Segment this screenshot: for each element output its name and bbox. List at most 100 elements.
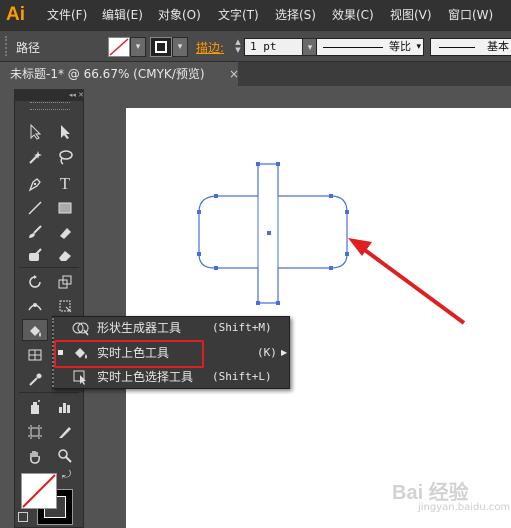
app-logo: Ai [6,4,25,25]
eraser-tool[interactable] [52,244,78,266]
stroke-square-icon [155,41,167,53]
rectangle-tool[interactable] [52,197,78,219]
flyout-item-label: 实时上色选择工具 [97,370,194,384]
annotation-arrow [348,238,466,325]
selection-tool[interactable] [22,121,48,143]
eyedropper-tool[interactable] [22,369,48,391]
direct-selection-tool[interactable] [52,121,78,143]
flyout-item-shortcut: (Shift+L) [212,370,272,383]
watermark-url: jingyan.baidu.com [418,502,511,513]
eraser-block-icon [59,251,71,261]
menu-select[interactable]: 选择(S) [275,0,316,30]
perspective-grid-icon [28,349,42,361]
symbol-sprayer-tool[interactable] [22,396,48,418]
annotation-highlight-box [54,340,204,368]
hand-icon [30,451,40,464]
eyedropper-icon [29,373,42,386]
brush-line-icon [439,47,475,48]
swap-colors-icon[interactable]: ⤾ [62,468,71,482]
variable-width-profile[interactable]: 等比 ▾ [316,38,424,56]
paint-bucket-icon [30,326,41,337]
menu-edit[interactable]: 编辑(E) [102,0,143,30]
none-slash-icon [109,38,129,56]
shape-builder-icon [72,322,89,336]
arrow-pointer-icon [30,124,42,140]
rotate-tool[interactable] [22,271,48,293]
artboard-icon [28,425,42,439]
menu-file[interactable]: 文件(F) [47,0,87,30]
white-arrow-icon [61,125,70,139]
selection-type-label: 路径 [16,41,41,55]
live-paint-selection-icon [73,370,86,385]
profile-label: 等比 [389,40,411,53]
menu-type[interactable]: 文字(T) [218,0,259,30]
zoom-tool[interactable] [52,445,78,467]
panel-grip[interactable] [30,102,70,110]
magic-wand-icon [29,151,42,164]
stroke-weight-field[interactable]: 1 pt [244,38,304,56]
stroke-dropdown[interactable]: ▾ [172,37,188,57]
flyout-item-shortcut: (Shift+M) [212,321,272,334]
spray-can-icon [31,400,40,414]
live-paint-bucket-tool[interactable] [22,319,48,341]
blob-brush-icon [29,248,42,261]
weight-stepper[interactable]: ▲ ▼ [232,38,244,56]
fill-dropdown[interactable]: ▾ [130,37,146,57]
tools-panel-header[interactable]: ◂◂ ✕ [14,89,84,101]
blob-brush-tool[interactable] [22,244,48,266]
slice-tool[interactable] [52,421,78,443]
watermark-logo: Bai 经验 [392,482,469,504]
paintbrush-tool[interactable] [22,221,48,243]
pen-nib-icon [28,178,41,192]
close-tab-icon[interactable]: × [229,62,239,86]
column-graph-tool[interactable] [52,396,78,418]
perspective-grid-tool[interactable] [22,344,48,366]
document-tab[interactable]: 未标题-1* @ 66.67% (CMYK/预览) [0,62,238,86]
line-segment-tool[interactable] [22,197,48,219]
scale-icon [58,275,72,289]
flyout-item-shortcut: (K) [257,346,277,359]
paintbrush-icon [29,225,42,238]
menu-window[interactable]: 窗口(W) [448,0,493,30]
menu-object[interactable]: 对象(O) [158,0,201,30]
fill-color-swatch[interactable] [21,473,57,509]
width-icon [28,303,42,311]
brush-label: 基本 [487,40,509,53]
submenu-arrow-icon: ▶ [281,348,288,357]
pencil-tool[interactable] [52,221,78,243]
type-tool[interactable]: T [52,173,78,195]
tool-separator [19,392,79,393]
bar-graph-icon [59,403,70,413]
none-slash-icon [22,474,56,508]
default-colors-icon[interactable] [18,512,28,522]
eraser-icon [60,228,71,239]
menu-effect[interactable]: 效果(C) [332,0,374,30]
free-transform-icon [59,300,72,313]
lasso-tool[interactable] [52,146,78,168]
menu-view[interactable]: 视图(V) [390,0,432,30]
fill-swatch-none[interactable] [108,37,130,57]
flyout-item-shape-builder[interactable]: 形状生成器工具 (Shift+M) [52,317,290,339]
flyout-item-label: 形状生成器工具 [97,321,182,335]
stroke-label[interactable]: 描边: [196,39,224,56]
brush-definition[interactable]: 基本 [430,38,511,56]
rectangle-icon [58,202,72,214]
pen-tool[interactable] [22,173,48,195]
free-transform-tool[interactable] [52,295,78,317]
selected-path[interactable] [197,162,349,305]
type-t-icon: T [59,174,71,193]
hand-tool[interactable] [22,445,48,467]
flyout-item-live-paint-selection[interactable]: 实时上色选择工具 (Shift+L) [52,366,290,388]
scale-tool[interactable] [52,271,78,293]
knife-icon [59,427,71,438]
grip-handle[interactable] [5,36,10,56]
line-icon [28,201,42,215]
chevron-down-icon: ▾ [416,42,421,52]
width-tool[interactable] [22,295,48,317]
stroke-swatch[interactable] [150,37,172,57]
magic-wand-tool[interactable] [22,146,48,168]
lasso-icon [59,150,73,165]
rotate-icon [29,275,41,288]
artboard-tool[interactable] [22,421,48,443]
tool-separator [19,267,79,268]
